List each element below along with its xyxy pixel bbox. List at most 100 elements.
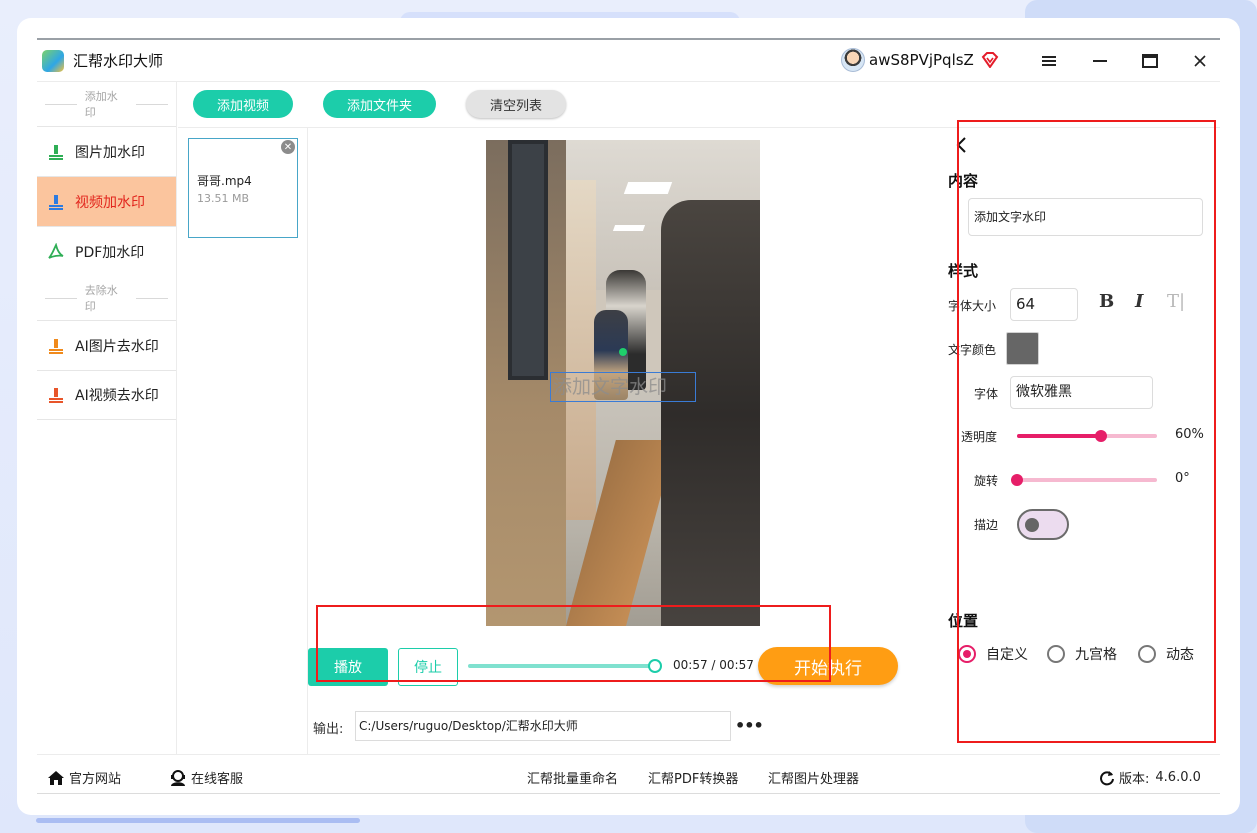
video-preview[interactable]: 添加文字水印 (486, 140, 760, 626)
video-remove-icon (47, 386, 65, 404)
add-video-button[interactable]: 添加视频 (193, 90, 293, 118)
footer-link-rename[interactable]: 汇帮批量重命名 (527, 768, 618, 787)
footer-link-pdf[interactable]: 汇帮PDF转换器 (648, 768, 738, 787)
website-link[interactable]: 官方网站 (47, 768, 121, 787)
font-size-label: 字体大小 (948, 299, 997, 313)
settings-panel: 内容 添加文字水印 样式 字体大小 64 B I T| 文字颜色 字体 微软雅黑… (937, 120, 1220, 754)
video-watermark-icon (47, 193, 65, 211)
preview-scene (566, 180, 596, 520)
sidebar-item-ai-image-remove[interactable]: AI图片去水印 (37, 320, 176, 370)
bold-button[interactable]: B (1099, 291, 1114, 312)
rotation-value: 0° (1175, 471, 1190, 486)
sidebar-item-label: 图片加水印 (75, 144, 145, 161)
menu-icon[interactable] (1034, 48, 1064, 74)
rotation-slider[interactable] (1011, 474, 1157, 486)
sidebar: 添加水印 图片加水印 视频加水印 PDF加水印 去除水印 AI图片去水印 AI视… (37, 82, 177, 754)
rotation-label: 旋转 (974, 474, 999, 488)
user-name[interactable]: awS8PVjPqlsZ (869, 51, 974, 69)
browse-more-icon[interactable]: ••• (735, 716, 764, 735)
output-path-field[interactable]: C:/Users/ruguo/Desktop/汇帮水印大师 (355, 711, 731, 741)
text-format-button[interactable]: T| (1167, 291, 1185, 312)
close-icon[interactable] (1185, 48, 1215, 74)
watermark-text-overlay[interactable]: 添加文字水印 (550, 372, 696, 402)
list-item[interactable]: ✕ 哥哥.mp4 13.51 MB (188, 138, 298, 238)
home-icon (48, 770, 64, 785)
opacity-label: 透明度 (961, 430, 998, 444)
add-folder-button[interactable]: 添加文件夹 (323, 90, 436, 118)
text-color-label: 文字颜色 (948, 343, 997, 357)
content-section-title: 内容 (948, 172, 979, 190)
minimize-icon[interactable] (1085, 48, 1115, 74)
radio-label: 自定义 (986, 647, 1028, 663)
stroke-toggle[interactable] (1017, 509, 1069, 540)
image-watermark-icon (47, 143, 65, 161)
file-size: 13.51 MB (197, 192, 250, 205)
radio-selected-icon (958, 645, 976, 663)
file-name: 哥哥.mp4 (197, 174, 252, 188)
rotation-slider-handle[interactable] (1011, 474, 1023, 486)
avatar[interactable] (841, 48, 865, 72)
sidebar-item-video-watermark[interactable]: 视频加水印 (37, 176, 176, 226)
style-section-title: 样式 (948, 262, 979, 280)
font-size-input[interactable]: 64 (1010, 288, 1078, 321)
sidebar-item-label: AI视频去水印 (75, 388, 159, 404)
version-number: 4.6.0.0 (1155, 770, 1201, 785)
sidebar-item-label: AI图片去水印 (75, 338, 159, 355)
app-logo-icon (42, 50, 64, 72)
pdf-icon (47, 242, 65, 261)
seek-bar[interactable] (468, 664, 656, 668)
version-info: 版本: 4.6.0.0 (1099, 768, 1201, 787)
version-label: 版本: (1119, 772, 1150, 787)
stroke-toggle-knob (1025, 518, 1039, 532)
play-button[interactable]: 播放 (308, 648, 388, 686)
position-option-custom[interactable]: 自定义 (958, 644, 1028, 664)
support-link[interactable]: 在线客服 (169, 768, 243, 787)
radio-label: 九宫格 (1075, 647, 1117, 663)
sidebar-item-pdf-watermark[interactable]: PDF加水印 (37, 226, 176, 276)
vip-diamond-icon[interactable] (981, 52, 999, 68)
radio-label: 动态 (1166, 647, 1194, 663)
remove-file-icon[interactable]: ✕ (281, 140, 295, 154)
image-remove-icon (47, 337, 65, 355)
stroke-label: 描边 (974, 518, 999, 532)
background-shape (36, 818, 360, 823)
italic-button[interactable]: I (1135, 291, 1143, 312)
opacity-slider-fill (1017, 434, 1101, 438)
preview-scene (623, 182, 673, 194)
title-bar: 汇帮水印大师 awS8PVjPqlsZ (37, 40, 1220, 82)
sidebar-item-ai-video-remove[interactable]: AI视频去水印 (37, 370, 176, 420)
start-button[interactable]: 开始执行 (758, 647, 898, 685)
output-label: 输出: (313, 722, 344, 737)
opacity-slider[interactable] (1017, 430, 1157, 442)
app-window: 汇帮水印大师 awS8PVjPqlsZ 添加水印 图片加水印 视频加水印 PDF… (37, 38, 1220, 794)
stop-button[interactable]: 停止 (398, 648, 458, 686)
watermark-text-input[interactable]: 添加文字水印 (968, 198, 1203, 236)
radio-icon (1138, 645, 1156, 663)
watermark-anchor-dot[interactable] (619, 348, 627, 356)
footer: 官方网站 在线客服 汇帮批量重命名 汇帮PDF转换器 汇帮图片处理器 版本: 4… (37, 754, 1220, 796)
sidebar-item-label: 视频加水印 (75, 194, 145, 211)
position-section-title: 位置 (948, 612, 979, 630)
file-list: ✕ 哥哥.mp4 13.51 MB (178, 128, 308, 754)
text-color-swatch[interactable] (1006, 332, 1039, 365)
footer-link-image[interactable]: 汇帮图片处理器 (768, 768, 859, 787)
opacity-value: 60% (1175, 427, 1204, 442)
sidebar-item-image-watermark[interactable]: 图片加水印 (37, 126, 176, 176)
opacity-slider-handle[interactable] (1095, 430, 1107, 442)
preview-scene (612, 225, 646, 231)
position-option-grid[interactable]: 九宫格 (1047, 644, 1117, 664)
font-label: 字体 (974, 387, 999, 401)
maximize-icon[interactable] (1135, 48, 1165, 74)
position-option-dynamic[interactable]: 动态 (1138, 644, 1194, 664)
font-family-select[interactable]: 微软雅黑 (1010, 376, 1153, 409)
preview-scene (661, 200, 760, 626)
app-title: 汇帮水印大师 (73, 52, 164, 70)
radio-icon (1047, 645, 1065, 663)
sidebar-section-remove: 去除水印 (37, 276, 176, 320)
clear-list-button[interactable]: 清空列表 (466, 90, 566, 118)
preview-scene (508, 140, 548, 380)
back-arrow-icon[interactable] (953, 136, 971, 154)
seek-handle[interactable] (648, 659, 662, 673)
time-display: 00:57 / 00:57 (673, 658, 754, 672)
refresh-icon[interactable] (1099, 770, 1115, 786)
